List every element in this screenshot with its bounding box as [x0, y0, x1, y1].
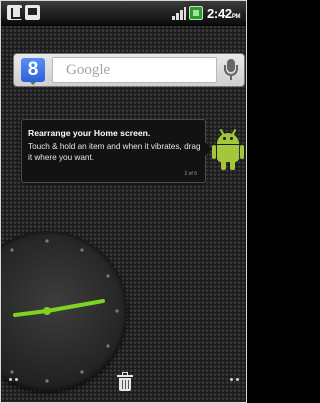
- tip-page-indicator: 2 of 6: [184, 171, 197, 177]
- clock-hour-hand: [13, 309, 49, 317]
- analog-clock-widget[interactable]: [1, 231, 127, 391]
- page-indicator-right-icon[interactable]: [230, 378, 240, 382]
- clock-minute-hand: [45, 299, 105, 313]
- home-screen: 2:42PM 8 Google Rearrange your Home scre…: [0, 0, 247, 403]
- page-indicator-left-icon[interactable]: [9, 378, 19, 382]
- tip-title: Rearrange your Home screen.: [28, 128, 151, 138]
- google-search-widget[interactable]: 8 Google: [13, 53, 245, 87]
- status-time-ampm: PM: [231, 14, 241, 20]
- home-screen-tip-bubble[interactable]: Rearrange your Home screen. Touch & hold…: [21, 119, 212, 183]
- google-logo-icon[interactable]: 8: [21, 58, 45, 82]
- battery-icon: [189, 6, 203, 20]
- search-source-caret-icon: [30, 82, 36, 85]
- search-placeholder: Google: [66, 62, 111, 78]
- clock-face: [10, 239, 119, 383]
- status-bar[interactable]: 2:42PM: [1, 1, 246, 26]
- trash-icon: [117, 372, 133, 392]
- android-robot-icon: [212, 128, 244, 171]
- microphone-icon[interactable]: [223, 59, 239, 82]
- status-time: 2:42PM: [207, 6, 241, 21]
- tip-body: Touch & hold an item and when it vibrate…: [28, 142, 201, 162]
- usb-icon: [7, 5, 22, 20]
- google-logo-letter: 8: [27, 59, 39, 80]
- search-input[interactable]: Google: [52, 57, 217, 83]
- sd-card-icon: [25, 5, 40, 20]
- status-time-value: 2:42: [207, 6, 232, 21]
- signal-icon: [172, 6, 186, 20]
